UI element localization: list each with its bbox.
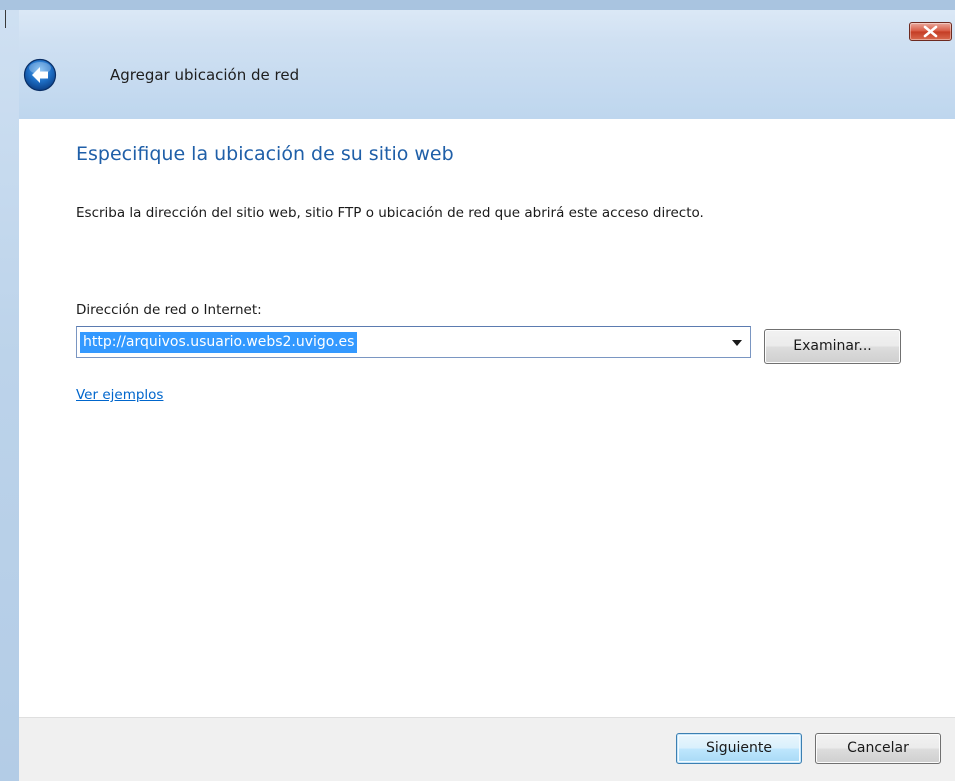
page-heading: Especifique la ubicación de su sitio web	[76, 143, 454, 165]
next-button[interactable]: Siguiente	[676, 733, 802, 764]
close-button[interactable]	[909, 22, 952, 41]
title-bar	[19, 10, 955, 42]
back-arrow-icon[interactable]	[23, 58, 57, 92]
address-combobox[interactable]: http://arquivos.usuario.webs2.uvigo.es	[76, 326, 751, 358]
see-examples-link[interactable]: Ver ejemplos	[76, 387, 163, 403]
chevron-down-icon[interactable]	[731, 339, 743, 347]
address-input[interactable]: http://arquivos.usuario.webs2.uvigo.es	[80, 332, 358, 353]
browse-button[interactable]: Examinar...	[764, 329, 901, 364]
cancel-button[interactable]: Cancelar	[815, 733, 941, 764]
instruction-text: Escriba la dirección del sitio web, siti…	[76, 205, 704, 221]
window-left-frame	[0, 10, 19, 781]
dialog-title: Agregar ubicación de red	[110, 66, 300, 84]
add-network-location-dialog: Agregar ubicación de red Especifique la …	[0, 0, 955, 781]
close-icon	[923, 25, 938, 38]
address-label: Dirección de red o Internet:	[76, 302, 262, 318]
frame-divider	[5, 10, 6, 28]
